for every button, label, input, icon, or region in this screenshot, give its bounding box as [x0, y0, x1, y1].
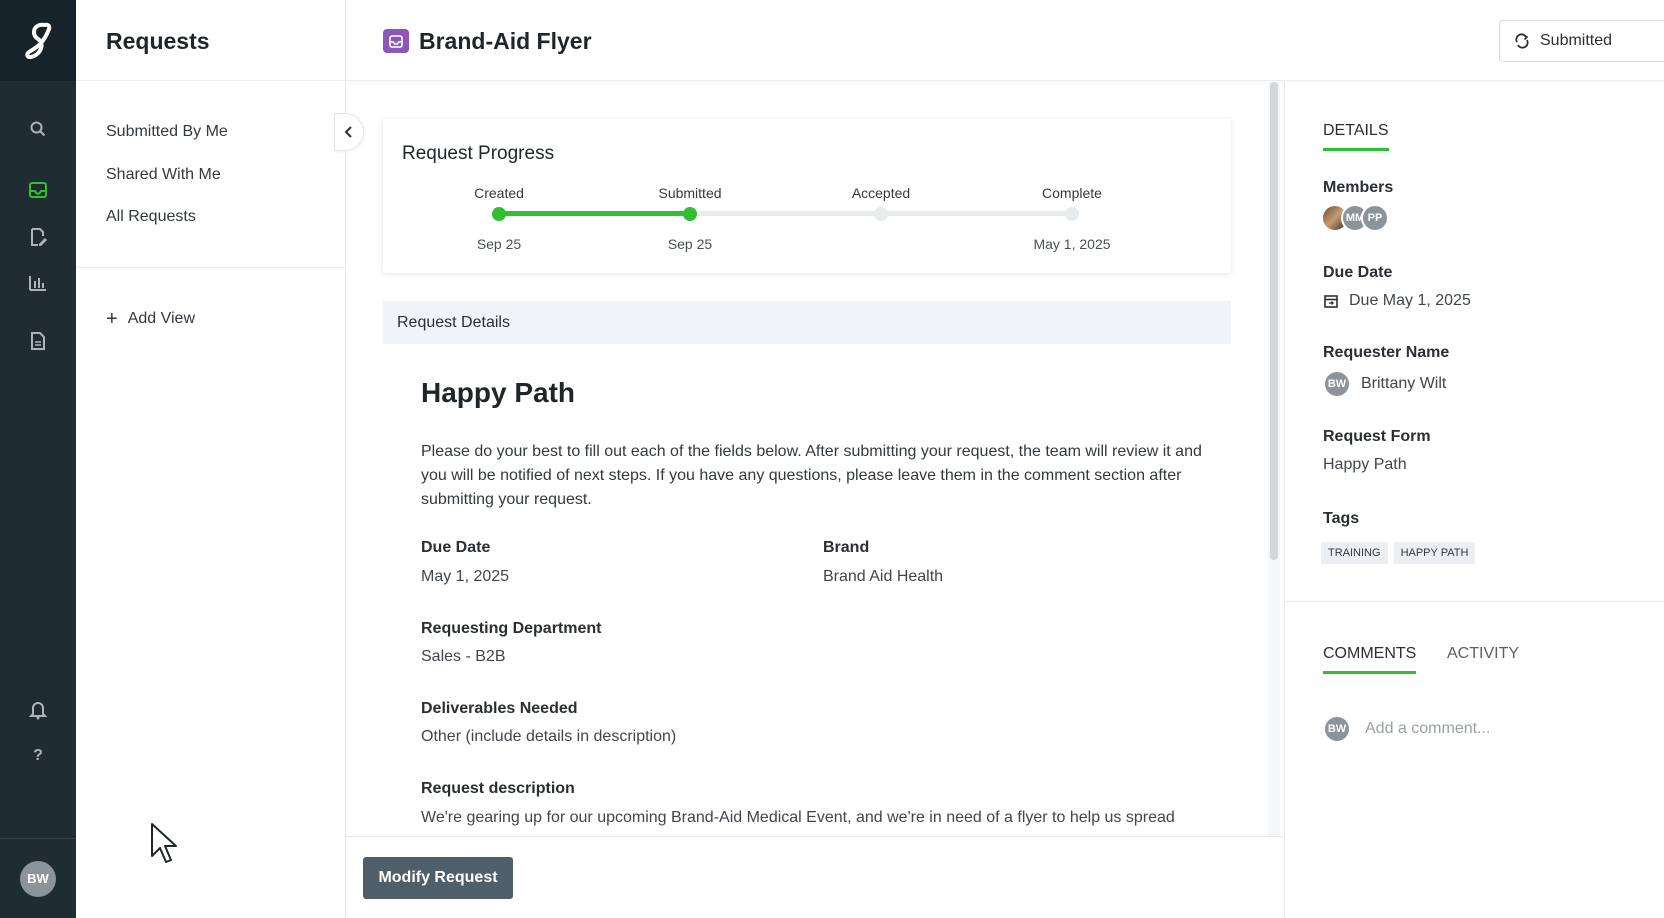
- request-description-label: Request description: [421, 780, 575, 797]
- requester-name: Brittany Wilt: [1361, 375, 1447, 392]
- tags-list: TRAINING HAPPY PATH: [1321, 542, 1481, 564]
- due-date-text: Due May 1, 2025: [1349, 292, 1471, 309]
- plus-icon: +: [106, 308, 118, 330]
- step-complete-dot: [1065, 207, 1079, 221]
- requester-value: BW Brittany Wilt: [1323, 370, 1446, 398]
- user-avatar[interactable]: BW: [20, 860, 56, 897]
- inbox-icon[interactable]: [0, 175, 76, 205]
- step-created-dot: [492, 207, 506, 221]
- due-date-label: Due Date: [421, 539, 491, 556]
- user-menu[interactable]: BW: [0, 838, 76, 918]
- comment-avatar: BW: [1323, 715, 1351, 743]
- requests-sidebar: Requests Submitted By Me Shared With Me …: [76, 0, 346, 918]
- members-list[interactable]: MM PP: [1321, 204, 1389, 232]
- tab-comments[interactable]: COMMENTS: [1323, 645, 1417, 674]
- logo-icon: [25, 22, 52, 59]
- chart-icon[interactable]: [0, 268, 76, 298]
- panel-divider: [1285, 601, 1664, 602]
- requester-avatar: BW: [1323, 370, 1351, 398]
- step-accepted-label: Accepted: [851, 185, 911, 201]
- request-type-icon: [383, 29, 409, 53]
- brand-value: Brand Aid Health: [823, 568, 944, 585]
- tab-activity[interactable]: ACTIVITY: [1447, 645, 1519, 671]
- request-header: Brand-Aid Flyer Submitted: [346, 0, 1664, 81]
- step-complete-date: May 1, 2025: [1033, 236, 1111, 252]
- add-view-label: Add View: [127, 310, 195, 327]
- sidebar-header-divider: [76, 80, 346, 81]
- icon-rail: ? BW: [0, 0, 76, 918]
- tags-label: Tags: [1323, 510, 1360, 527]
- document-icon[interactable]: [0, 326, 76, 356]
- step-submitted-label: Submitted: [658, 185, 722, 201]
- sidebar-divider: [76, 267, 346, 268]
- modify-request-button[interactable]: Modify Request: [363, 857, 513, 899]
- form-title: Happy Path: [421, 377, 576, 408]
- step-submitted-date: Sep 25: [667, 236, 713, 252]
- request-footer: Modify Request: [346, 836, 1284, 918]
- notification-bell-icon[interactable]: [0, 695, 76, 725]
- department-value: Sales - B2B: [421, 648, 506, 665]
- status-label: Submitted: [1540, 32, 1613, 49]
- mouse-cursor-icon: [150, 822, 180, 871]
- request-main: Request Progress Created Sep 25 Submitte…: [346, 82, 1284, 836]
- form-description: Please do your best to fill out each of …: [421, 443, 1202, 508]
- sidebar-item-all-requests[interactable]: All Requests: [106, 208, 196, 226]
- tag-badge[interactable]: TRAINING: [1321, 542, 1388, 564]
- due-date-panel-label: Due Date: [1323, 264, 1393, 281]
- deliverables-value: Other (include details in description): [421, 728, 677, 745]
- step-submitted-dot: [683, 207, 697, 221]
- add-view-button[interactable]: + Add View: [106, 308, 195, 330]
- requester-label: Requester Name: [1323, 344, 1450, 361]
- due-date-value: May 1, 2025: [421, 568, 510, 585]
- request-details-header: Request Details: [383, 301, 1231, 344]
- tag-badge[interactable]: HAPPY PATH: [1393, 542, 1476, 564]
- step-created-date: Sep 25: [476, 236, 522, 252]
- status-cycle-icon: [1515, 33, 1529, 49]
- step-created-label: Created: [474, 185, 524, 201]
- comment-composer: BW: [1323, 715, 1625, 743]
- request-description-value: We're gearing up for our upcoming Brand-…: [421, 809, 1175, 826]
- edit-document-icon[interactable]: [0, 222, 76, 252]
- app-logo[interactable]: [0, 0, 76, 81]
- request-form-label: Request Form: [1323, 428, 1431, 445]
- progress-title: Request Progress: [402, 143, 555, 164]
- comment-input[interactable]: [1365, 720, 1625, 738]
- request-title: Brand-Aid Flyer: [419, 28, 592, 54]
- deliverables-label: Deliverables Needed: [421, 700, 578, 717]
- sidebar-title: Requests: [106, 28, 210, 54]
- member-avatar[interactable]: PP: [1361, 204, 1389, 232]
- due-date-panel-value[interactable]: Due May 1, 2025: [1323, 292, 1471, 310]
- step-complete-label: Complete: [1042, 185, 1102, 201]
- request-form-value: Happy Path: [1323, 456, 1407, 473]
- request-progress-card: Request Progress Created Sep 25 Submitte…: [383, 119, 1231, 273]
- step-accepted-dot: [874, 207, 888, 221]
- main-scrollbar[interactable]: [1270, 82, 1278, 560]
- calendar-icon: [1324, 295, 1338, 308]
- members-label: Members: [1323, 179, 1394, 196]
- tab-details[interactable]: DETAILS: [1323, 122, 1389, 151]
- help-icon[interactable]: ?: [0, 741, 76, 771]
- search-icon[interactable]: [0, 114, 76, 144]
- sidebar-item-shared-with-me[interactable]: Shared With Me: [106, 166, 221, 184]
- sidebar-item-submitted-by-me[interactable]: Submitted By Me: [106, 123, 228, 141]
- progress-track-fill: [499, 211, 689, 216]
- details-panel: DETAILS Members MM PP Due Date Due May 1…: [1284, 82, 1664, 918]
- brand-label: Brand: [823, 539, 870, 556]
- department-label: Requesting Department: [421, 620, 602, 637]
- status-button[interactable]: Submitted: [1499, 20, 1664, 62]
